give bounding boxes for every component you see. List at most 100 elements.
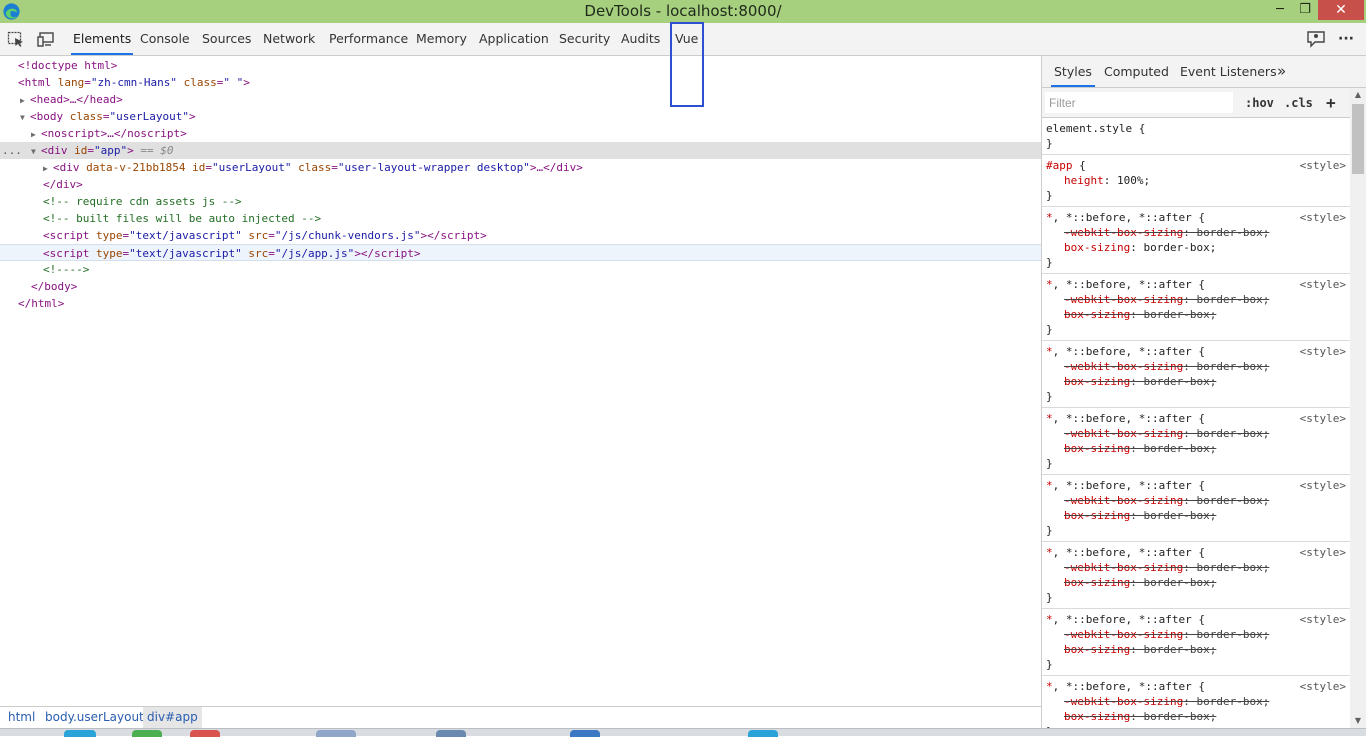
styles-scrollbar[interactable]: ▲ ▼ [1350,88,1366,728]
scroll-thumb[interactable] [1352,104,1364,174]
css-property-name[interactable]: box-sizing [1064,308,1130,321]
css-property-value[interactable]: : border-box; [1130,643,1216,656]
css-property-name[interactable]: -webkit-box-sizing [1064,494,1183,507]
css-property-value[interactable]: : border-box; [1130,576,1216,589]
css-property-value[interactable]: : border-box; [1130,442,1216,455]
dom-body-line[interactable]: ▼ <body class="userLayout"> [0,108,1061,125]
css-property-name[interactable]: box-sizing [1064,509,1130,522]
tab-event-listeners[interactable]: Event Listeners [1180,56,1277,87]
css-property-name[interactable]: -webkit-box-sizing [1064,427,1183,440]
collapse-triangle-icon[interactable]: ▼ [20,109,30,126]
css-property-value[interactable]: : border-box; [1130,241,1216,254]
styles-filter-input[interactable] [1045,92,1233,113]
tab-network[interactable]: Network [263,23,315,55]
tab-elements[interactable]: Elements [70,23,134,55]
dom-doctype-line[interactable]: <!doctype html> [0,57,1059,74]
expand-triangle-icon[interactable]: ▶ [20,92,30,109]
device-toolbar-icon[interactable] [37,31,55,47]
rule-selector[interactable]: * [1046,546,1053,559]
css-property-name[interactable]: -webkit-box-sizing [1064,360,1183,373]
css-property-value[interactable]: : border-box; [1183,695,1269,708]
dom-head-line[interactable]: ▶ <head>…</head> [0,91,1061,108]
dom-html-close-line[interactable]: </html> [0,295,1059,312]
css-property-name[interactable]: -webkit-box-sizing [1064,695,1183,708]
rule-selector[interactable]: * [1046,613,1053,626]
dom-div-app-line[interactable]: ... ▼ <div id="app"> == $0 [0,142,1072,159]
expand-triangle-icon[interactable]: ▶ [43,160,53,177]
rule-selector[interactable]: * [1046,278,1053,291]
new-style-rule-button[interactable]: + [1326,88,1336,118]
maximize-button[interactable]: ❐ [1292,0,1318,20]
css-property-value[interactable]: : border-box; [1183,427,1269,440]
css-property-value[interactable]: : border-box; [1183,226,1269,239]
rule-origin-link[interactable]: <style> [1300,478,1346,493]
rule-origin-link[interactable]: <style> [1300,277,1346,292]
dom-script-app-line[interactable]: <script type="text/javascript" src="/js/… [0,244,1041,261]
expand-triangle-icon[interactable]: ▶ [31,126,41,143]
rule-selector[interactable]: element.style { [1046,121,1350,136]
dom-comment-line[interactable]: <!----> [0,261,1084,278]
css-property-name[interactable]: box-sizing [1064,375,1130,388]
css-property-value[interactable]: : border-box; [1130,509,1216,522]
close-window-button[interactable]: ✕ [1318,0,1364,20]
css-property-name[interactable]: -webkit-box-sizing [1064,628,1183,641]
rule-selector[interactable]: * [1046,345,1053,358]
css-property-name[interactable]: box-sizing [1064,241,1130,254]
dom-html-line[interactable]: <html lang="zh-cmn-Hans" class=" "> [0,74,1059,91]
dom-body-close-line[interactable]: </body> [0,278,1072,295]
css-property-value[interactable]: : border-box; [1130,710,1216,723]
inspect-element-icon[interactable] [7,31,25,47]
hover-state-toggle[interactable]: :hov [1245,88,1274,118]
breadcrumb-item-body[interactable]: body.userLayout [45,707,144,728]
rule-origin-link[interactable]: <style> [1300,344,1346,359]
ellipsis-icon[interactable]: ... [2,142,22,159]
css-property-value[interactable]: : border-box; [1183,494,1269,507]
tab-security[interactable]: Security [559,23,610,55]
css-property-name[interactable]: -webkit-box-sizing [1064,226,1183,239]
dom-script-vendors-line[interactable]: <script type="text/javascript" src="/js/… [0,227,1084,244]
dom-inner-div-line[interactable]: ▶ <div data-v-21bb1854 id="userLayout" cl… [0,159,1084,176]
rule-origin-link[interactable]: <style> [1300,210,1346,225]
rule-origin-link[interactable]: <style> [1300,545,1346,560]
feedback-icon[interactable] [1306,30,1326,48]
rule-selector[interactable]: * [1046,412,1053,425]
css-property-name[interactable]: -webkit-box-sizing [1064,293,1183,306]
breadcrumb-item-html[interactable]: html [8,707,35,728]
collapse-triangle-icon[interactable]: ▼ [31,143,41,160]
rule-selector[interactable]: * [1046,211,1053,224]
class-toggle[interactable]: .cls [1284,88,1313,118]
dom-noscript-line[interactable]: ▶ <noscript>…</noscript> [0,125,1072,142]
rule-selector[interactable]: * [1046,680,1053,693]
css-property-value[interactable]: : 100%; [1104,174,1150,187]
scroll-up-arrow-icon[interactable]: ▲ [1350,88,1366,102]
tab-application[interactable]: Application [479,23,549,55]
css-property-name[interactable]: box-sizing [1064,710,1130,723]
css-property-value[interactable]: : border-box; [1183,293,1269,306]
more-options-icon[interactable]: ··· [1338,23,1354,55]
tab-sources[interactable]: Sources [202,23,251,55]
overflow-tabs-icon[interactable]: » [1277,56,1286,87]
dom-div-close-line[interactable]: </div> [0,176,1084,193]
css-property-name[interactable]: height [1064,174,1104,187]
css-property-name[interactable]: box-sizing [1064,643,1130,656]
tab-memory[interactable]: Memory [416,23,467,55]
tab-console[interactable]: Console [140,23,190,55]
dom-comment-line[interactable]: <!-- built files will be auto injected -… [0,210,1084,227]
rule-selector[interactable]: #app [1046,159,1073,172]
tab-audits[interactable]: Audits [621,23,660,55]
tab-vue[interactable]: Vue [675,23,698,55]
rule-origin-link[interactable]: <style> [1300,411,1346,426]
css-property-value[interactable]: : border-box; [1130,375,1216,388]
scroll-down-arrow-icon[interactable]: ▼ [1350,714,1366,728]
css-property-name[interactable]: box-sizing [1064,442,1130,455]
css-property-value[interactable]: : border-box; [1130,308,1216,321]
css-property-name[interactable]: -webkit-box-sizing [1064,561,1183,574]
css-property-value[interactable]: : border-box; [1183,628,1269,641]
minimize-button[interactable]: ─ [1267,0,1293,20]
rule-origin-link[interactable]: <style> [1300,612,1346,627]
css-property-name[interactable]: box-sizing [1064,576,1130,589]
tab-computed[interactable]: Computed [1104,56,1169,87]
breadcrumb-item-div-app[interactable]: div#app [143,707,202,728]
rule-origin-link[interactable]: <style> [1300,679,1346,694]
css-property-value[interactable]: : border-box; [1183,360,1269,373]
